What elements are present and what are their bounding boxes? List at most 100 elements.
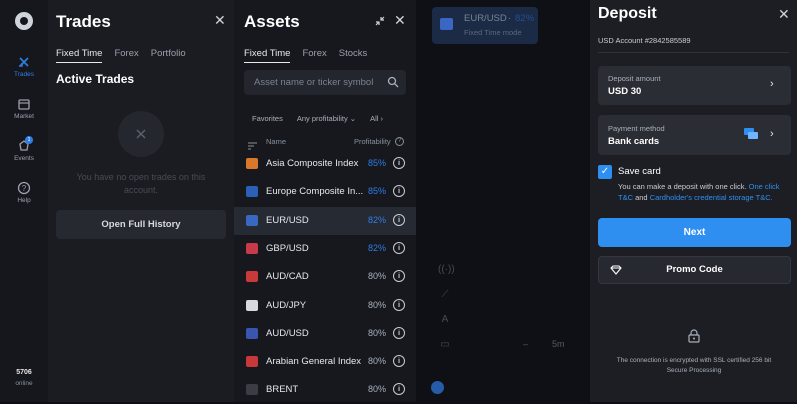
search-placeholder: Asset name or ticker symbol <box>254 77 374 88</box>
drawing-tool[interactable]: ⟋ <box>438 289 452 303</box>
sidebar-item-label: Events <box>14 155 34 162</box>
flag-icon <box>246 327 258 339</box>
info-icon[interactable]: i <box>393 213 405 226</box>
collapse-assets-button[interactable] <box>374 14 386 32</box>
tab-fixed-time[interactable]: Fixed Time <box>244 48 291 63</box>
deposit-amount-field[interactable]: Deposit amount USD 30 › <box>598 66 791 105</box>
checkmark-icon: ✓ <box>600 166 610 177</box>
tab-forex[interactable]: Forex <box>114 48 138 59</box>
market-icon <box>18 99 30 110</box>
empty-trades-text: You have no open trades on this account. <box>76 172 206 195</box>
tab-fixed-time[interactable]: Fixed Time <box>56 48 103 63</box>
asset-row[interactable]: EUR/USD 82% i <box>234 206 416 235</box>
col-header-profitability: Profitability <box>354 137 391 146</box>
asset-profit: 80% <box>367 299 386 310</box>
info-icon[interactable]: i <box>393 383 405 396</box>
info-icon[interactable]: i <box>393 241 405 254</box>
asset-profit: 80% <box>367 271 386 282</box>
cardholder-tc-link[interactable]: Cardholder's credential storage T&C. <box>650 193 773 202</box>
asset-name: EUR/USD <box>266 214 309 226</box>
flag-icon <box>246 356 258 368</box>
filter-profitability-label: Any profitability <box>296 114 348 123</box>
trades-title: Trades <box>56 12 111 31</box>
deposit-amount-label: Deposit amount <box>608 74 661 83</box>
note-text: You can make a deposit with one click. <box>618 182 747 191</box>
bank-card-icon <box>744 128 758 139</box>
info-icon[interactable]: i <box>393 157 405 169</box>
info-icon[interactable]: i <box>393 355 405 368</box>
flag-icon <box>246 242 258 254</box>
asset-profit: 85% <box>367 158 386 168</box>
assets-panel: Assets ✕ Fixed Time Forex Stocks Asset nam… <box>234 0 416 402</box>
flag-icon <box>246 299 258 311</box>
close-trades-button[interactable]: ✕ <box>214 12 226 29</box>
info-icon[interactable]: i <box>393 270 405 283</box>
timeframe-value[interactable]: 5m <box>552 339 565 349</box>
next-button[interactable]: Next <box>598 218 791 247</box>
asset-row[interactable]: AUD/USD 80% i <box>234 320 416 348</box>
save-card-note: You can make a deposit with one click. O… <box>618 181 790 203</box>
assets-title: Assets <box>244 12 300 31</box>
asset-profit: 80% <box>367 327 386 338</box>
asset-row[interactable]: BRENT 80% i <box>234 376 416 404</box>
assets-tabs: Fixed Time Forex Stocks <box>244 43 379 63</box>
app-logo[interactable] <box>15 12 33 30</box>
account-number: USD Account #2842585589 <box>598 36 691 45</box>
sidebar-item-trades[interactable]: Trades <box>0 55 48 78</box>
note-and: and <box>635 193 648 202</box>
chart-area: EUR/USD · 82% Fixed Time mode ((·)) ⟋ A … <box>416 0 590 402</box>
info-icon[interactable]: i <box>393 185 405 198</box>
close-icon: ✕ <box>778 6 790 22</box>
save-card-checkbox[interactable]: ✓ <box>598 165 612 179</box>
sidebar-item-market[interactable]: Market <box>0 97 48 120</box>
search-icon <box>387 76 399 88</box>
asset-row[interactable]: Europe Composite In... 85% i <box>234 178 416 206</box>
payment-method-field[interactable]: Payment method Bank cards › <box>598 115 791 155</box>
info-icon[interactable]: i <box>393 298 405 311</box>
open-full-history-button[interactable]: Open Full History <box>56 210 226 239</box>
text-tool[interactable]: A <box>438 314 452 328</box>
asset-profit: 80% <box>367 356 386 367</box>
signal-icon: ((·)) <box>438 264 455 275</box>
sidebar-item-events[interactable]: 1 Events <box>0 136 48 162</box>
events-badge: 1 <box>25 136 33 144</box>
tab-forex[interactable]: Forex <box>302 48 326 59</box>
flag-icon <box>246 214 258 226</box>
deposit-panel: Deposit ✕ USD Account #2842585589 Deposi… <box>590 0 797 402</box>
payment-method-value: Bank cards <box>608 136 660 147</box>
close-deposit-button[interactable]: ✕ <box>778 6 790 23</box>
flag-icon <box>246 158 258 169</box>
asset-row[interactable]: Asia Composite Index 85% i <box>234 150 416 178</box>
zoom-out-button[interactable]: – <box>523 339 528 349</box>
layout-tool[interactable]: ▭ <box>438 339 452 353</box>
filter-favorites[interactable]: Favorites <box>252 114 283 123</box>
tab-portfolio[interactable]: Portfolio <box>151 48 186 59</box>
lock-icon <box>688 329 700 343</box>
sidebar-item-help[interactable]: ? Help <box>0 181 48 204</box>
close-assets-button[interactable]: ✕ <box>394 12 406 29</box>
selected-pair-chip[interactable]: EUR/USD · 82% Fixed Time mode <box>432 7 538 44</box>
asset-row[interactable]: GBP/USD 82% i <box>234 235 416 263</box>
chevron-down-icon: ⌄ <box>349 114 357 123</box>
promo-code-label: Promo Code <box>666 264 723 275</box>
promo-code-button[interactable]: Promo Code <box>598 256 791 284</box>
info-icon[interactable]: i <box>393 326 405 339</box>
filter-all-label: All <box>370 114 379 123</box>
asset-row[interactable]: Arabian General Index 80% i <box>234 348 416 376</box>
asset-row[interactable]: AUD/CAD 80% i <box>234 263 416 291</box>
draw-icon: ⟋ <box>441 289 449 300</box>
tab-stocks[interactable]: Stocks <box>339 48 368 59</box>
indicators-tool[interactable]: ((·)) <box>438 264 455 278</box>
asset-search-input[interactable]: Asset name or ticker symbol <box>244 70 406 95</box>
filter-all[interactable]: All › <box>370 114 383 123</box>
asset-name: Europe Composite In... <box>266 186 364 198</box>
mode-label: Fixed Time mode <box>464 28 522 37</box>
deposit-amount-value: USD 30 <box>608 86 642 97</box>
text-tool-icon: A <box>441 314 449 325</box>
asset-name: Arabian General Index <box>266 356 362 368</box>
asset-row[interactable]: AUD/JPY 80% i <box>234 292 416 320</box>
deposit-title: Deposit <box>598 5 657 22</box>
help-icon: ? <box>17 181 31 195</box>
chart-avatar-icon[interactable] <box>431 381 444 394</box>
filter-profitability[interactable]: Any profitability ⌄ <box>297 114 356 123</box>
